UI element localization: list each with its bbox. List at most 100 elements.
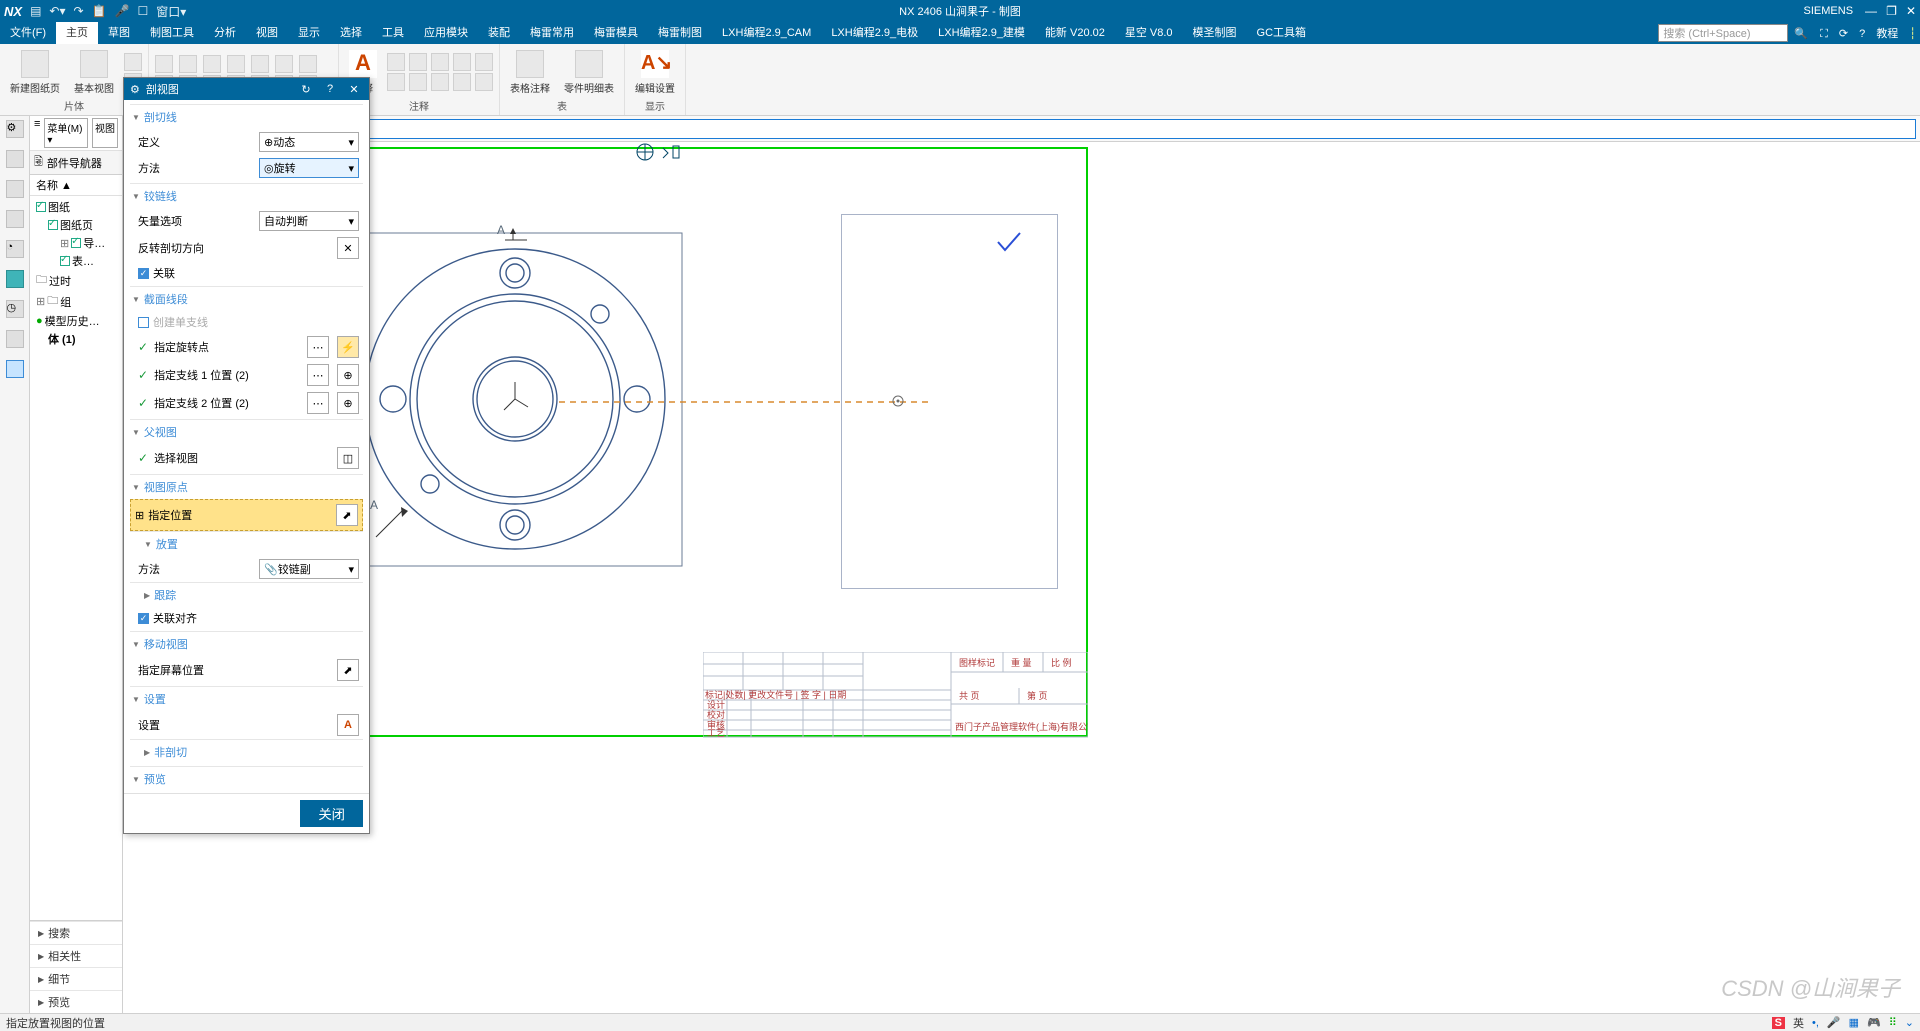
section-preview[interactable]: 预览 [144,771,166,787]
tree-item[interactable]: 图纸 [32,198,120,216]
teal-tool-icon[interactable] [6,270,24,288]
ribbon-small-icon[interactable] [179,55,197,73]
accordion-item[interactable]: ▶预览 [30,990,122,1013]
close-icon[interactable]: ✕ [1906,4,1916,18]
section-settings[interactable]: 设置 [144,691,166,707]
tree-item[interactable]: ●模型历史… [32,312,120,330]
minimize-icon[interactable]: — [1865,4,1877,18]
xform-icon[interactable] [6,330,24,348]
assembly-icon[interactable] [6,180,24,198]
dialog-close-button[interactable]: 关闭 [300,800,363,827]
ribbon-small-icon[interactable] [431,73,449,91]
create-single-checkbox[interactable]: 创建单支线 [130,311,363,333]
tree-item[interactable]: 🗀过时 [32,270,120,291]
history-icon[interactable]: ◔ [6,240,24,258]
ribbon-small-icon[interactable] [475,53,493,71]
status-grid-icon[interactable]: ▦ [1849,1016,1859,1029]
section-track[interactable]: 跟踪 [154,587,176,603]
ribbon-small-icon[interactable] [387,73,405,91]
menu-item[interactable]: 视图 [246,22,288,44]
position-button[interactable]: ⬈ [336,504,358,526]
search-icon[interactable]: 🔍 [1794,27,1808,40]
definition-select[interactable]: ⊕ 动态▾ [259,132,359,152]
section-origin[interactable]: 视图原点 [144,479,188,495]
status-icon[interactable]: •, [1812,1017,1819,1029]
new-sheet-button[interactable]: 新建图纸页 [6,48,64,97]
parts-list-button[interactable]: 零件明细表 [560,48,618,97]
menu-dropdown[interactable]: 菜单(M) ▾ [44,118,88,148]
menu-item[interactable]: 制图工具 [140,22,204,44]
status-game-icon[interactable]: 🎮 [1867,1016,1881,1029]
help-icon[interactable]: ? [321,83,339,95]
ribbon-small-icon[interactable] [387,53,405,71]
ribbon-small-icon[interactable] [453,73,471,91]
point-dialog-button[interactable]: ⋯ [307,336,329,358]
target-button[interactable]: ⊕ [337,392,359,414]
section-cutline[interactable]: 剖切线 [144,109,177,125]
fullscreen-icon[interactable]: ⛶ [1820,28,1828,40]
section-move[interactable]: 移动视图 [144,636,188,652]
menu-item[interactable]: 选择 [330,22,372,44]
align-checkbox[interactable]: ✓关联对齐 [130,607,363,629]
ribbon-small-icon[interactable] [203,55,221,73]
accordion-item[interactable]: ▶搜索 [30,921,122,944]
column-header[interactable]: 名称 ▲ [30,175,122,196]
tutorial-link[interactable]: 教程 [1876,28,1898,40]
help-icon[interactable]: ? [1859,28,1865,40]
view-triad-icon[interactable] [633,142,683,164]
menu-item[interactable]: 梅雷制图 [648,22,712,44]
cube2-icon[interactable] [6,210,24,228]
redo-icon[interactable]: ↷ [73,4,83,18]
point-dialog-button[interactable]: ⋯ [307,392,329,414]
tree-item[interactable]: ⊞🗀组 [32,291,120,312]
menu-item[interactable]: 显示 [288,22,330,44]
menu-item[interactable]: 文件(F) [0,22,56,44]
accordion-item[interactable]: ▶细节 [30,967,122,990]
copy-icon[interactable]: 📋 [92,4,107,18]
menu-item[interactable]: 装配 [478,22,520,44]
menu-item[interactable]: 梅雷模具 [584,22,648,44]
graphics-area[interactable]: ▸ ◧▾ [123,116,1920,1013]
menu-item[interactable]: 工具 [372,22,414,44]
undo-icon[interactable]: ↶▾ [49,4,65,18]
ribbon-small-icon[interactable] [124,53,142,71]
point-dialog-button[interactable]: ⋯ [307,364,329,386]
associative-checkbox[interactable]: ✓关联 [130,262,363,284]
ribbon-small-icon[interactable] [431,53,449,71]
selection-input[interactable] [156,119,1916,139]
mic-icon[interactable]: 🎤 [115,4,130,18]
settings-icon[interactable]: ⚙ [6,120,24,138]
tree-item[interactable]: 图纸页 [32,216,120,234]
window-dropdown[interactable]: 窗口▾ [156,3,186,20]
menu-item[interactable]: 草图 [98,22,140,44]
screen-pos-button[interactable]: ⬈ [337,659,359,681]
menu-item[interactable]: GC工具箱 [1247,22,1317,44]
ribbon-small-icon[interactable] [155,55,173,73]
ribbon-small-icon[interactable] [409,53,427,71]
section-parent[interactable]: 父视图 [144,424,177,440]
menu-item[interactable]: LXH编程2.9_建模 [928,22,1035,44]
menu-item[interactable]: LXH编程2.9_电极 [821,22,928,44]
search-input[interactable]: 搜索 (Ctrl+Space) [1658,24,1788,42]
ribbon-small-icon[interactable] [409,73,427,91]
menu-item[interactable]: 分析 [204,22,246,44]
tree-item[interactable]: ⊞导… [32,234,120,252]
table-note-button[interactable]: 表格注释 [506,48,554,97]
settings-button[interactable]: A [337,714,359,736]
section-hinge[interactable]: 铰链线 [144,188,177,204]
save-icon[interactable]: ▤ [30,4,41,18]
vector-option-select[interactable]: 自动判断▾ [259,211,359,231]
ribbon-small-icon[interactable] [299,55,317,73]
clock-icon[interactable]: ◷ [6,300,24,318]
base-view-button[interactable]: 基本视图 [70,48,118,97]
ribbon-small-icon[interactable] [251,55,269,73]
ribbon-small-icon[interactable] [275,55,293,73]
menu-hamburger-icon[interactable]: ≡ [34,118,40,148]
menu-item[interactable]: LXH编程2.9_CAM [712,22,821,44]
section-place[interactable]: 放置 [156,536,178,552]
refresh-icon[interactable]: ⟳ [1839,28,1848,40]
selected-tool-icon[interactable] [6,360,24,378]
ribbon-small-icon[interactable] [227,55,245,73]
touch-icon[interactable]: ☐ [137,4,148,18]
reset-icon[interactable]: ↻ [297,83,315,96]
